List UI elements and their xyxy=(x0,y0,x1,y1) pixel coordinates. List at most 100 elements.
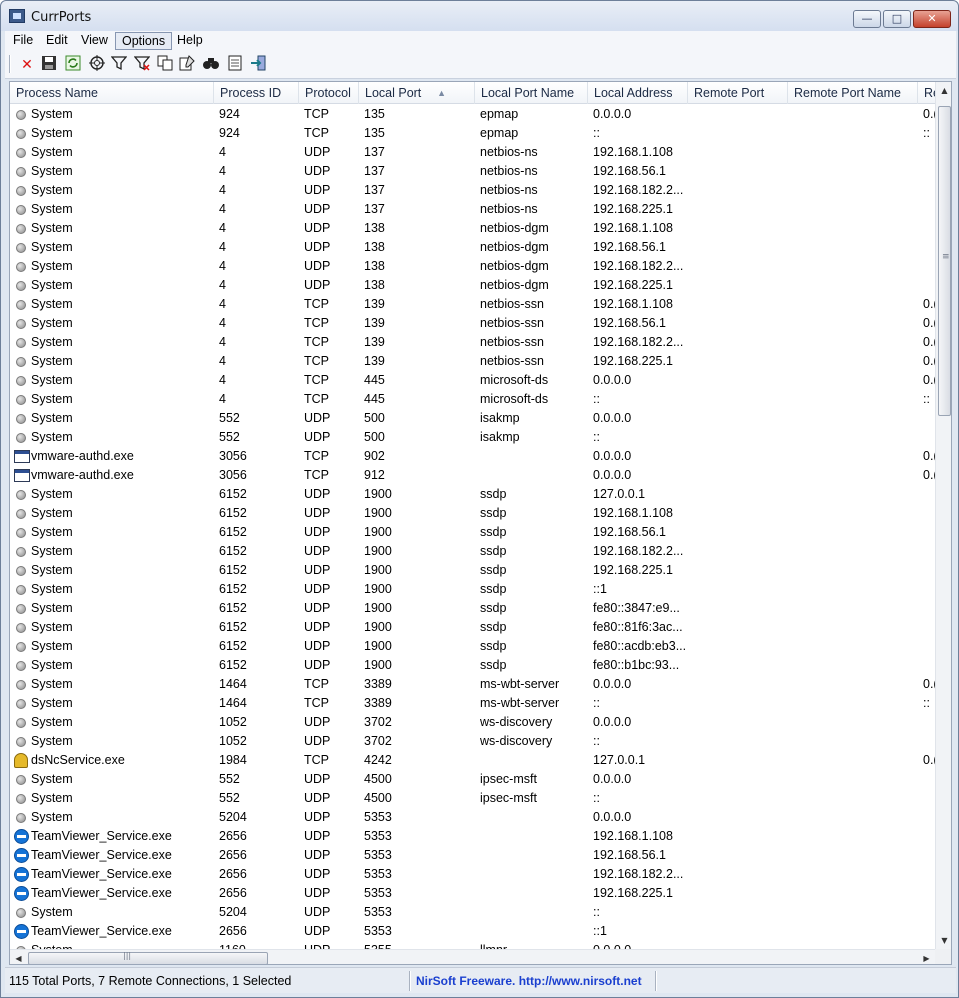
table-row[interactable]: System 6152 UDP 1900 ssdp fe80::acdb:eb3... xyxy=(10,637,935,656)
find-icon[interactable] xyxy=(201,55,221,75)
document-icon[interactable] xyxy=(225,55,245,75)
vertical-scrollbar[interactable]: ▲ ≡ ▼ xyxy=(935,82,951,949)
col-process-id[interactable]: Process ID xyxy=(214,82,299,104)
minimize-button[interactable]: — xyxy=(853,10,881,28)
table-row[interactable]: System 4 UDP 138 netbios-dgm 192.168.225.1 xyxy=(10,276,935,295)
table-row[interactable]: System 6152 UDP 1900 ssdp 192.168.1.108 xyxy=(10,504,935,523)
ports-list[interactable]: Process Name Process ID Protocol Local P… xyxy=(9,81,952,965)
table-row[interactable]: vmware-authd.exe 3056 TCP 912 0.0.0.0 0.( xyxy=(10,466,935,485)
local-address-cell: 0.0.0.0 xyxy=(593,810,632,824)
remote-port-name-cell xyxy=(793,675,923,694)
process-name-cell: System xyxy=(31,164,73,178)
col-process-name[interactable]: Process Name xyxy=(10,82,214,104)
table-row[interactable]: System 6152 UDP 1900 ssdp 192.168.182.2... xyxy=(10,542,935,561)
table-row[interactable]: System 6152 UDP 1900 ssdp 192.168.56.1 xyxy=(10,523,935,542)
remote-port-cell xyxy=(693,599,788,618)
refresh-icon[interactable] xyxy=(63,55,83,75)
html-report-icon[interactable] xyxy=(177,55,197,75)
table-row[interactable]: System 6152 UDP 1900 ssdp fe80::3847:e9... xyxy=(10,599,935,618)
local-address-cell: 192.168.1.108 xyxy=(593,221,673,235)
table-row[interactable]: System 6152 UDP 1900 ssdp 127.0.0.1 xyxy=(10,485,935,504)
exit-icon[interactable] xyxy=(248,55,268,75)
close-connection-icon[interactable]: ✕ xyxy=(17,55,37,75)
table-row[interactable]: TeamViewer_Service.exe 2656 UDP 5353::1 xyxy=(10,922,935,941)
process-name-cell: System xyxy=(31,373,73,387)
system-process-icon xyxy=(16,243,26,253)
nirsoft-link[interactable]: NirSoft Freeware. http://www.nirsoft.net xyxy=(416,974,642,988)
table-row[interactable]: System 4 TCP 445 microsoft-ds 0.0.0.0 0.( xyxy=(10,371,935,390)
table-row[interactable]: System 4 UDP 137 netbios-ns 192.168.225.1 xyxy=(10,200,935,219)
process-id-cell: 4 xyxy=(219,278,226,292)
filter-icon[interactable] xyxy=(109,55,129,75)
table-row[interactable]: TeamViewer_Service.exe 2656 UDP 5353 192.168… xyxy=(10,884,935,903)
maximize-button[interactable]: □ xyxy=(883,10,911,28)
title-bar[interactable]: CurrPorts — □ ✕ xyxy=(1,1,958,31)
save-icon[interactable] xyxy=(39,55,59,75)
col-protocol[interactable]: Protocol xyxy=(299,82,359,104)
table-row[interactable]: System 1052 UDP 3702 ws-discovery 0.0.0.0 xyxy=(10,713,935,732)
table-row[interactable]: System 4 UDP 138 netbios-dgm 192.168.56.1 xyxy=(10,238,935,257)
table-row[interactable]: System 924 TCP 135 epmap:::: xyxy=(10,124,935,143)
remote-port-name-cell xyxy=(793,371,923,390)
remote-port-name-cell xyxy=(793,827,923,846)
scroll-up-icon[interactable]: ▲ xyxy=(936,82,951,99)
table-row[interactable]: System 4 TCP 139 netbios-ssn 192.168.182.2...… xyxy=(10,333,935,352)
col-local-port[interactable]: Local Port ▲ xyxy=(359,82,475,104)
table-row[interactable]: System 1464 TCP 3389 ms-wbt-server 0.0.0.0 0.( xyxy=(10,675,935,694)
protocol-cell: UDP xyxy=(304,411,331,425)
table-row[interactable]: System 4 UDP 137 netbios-ns 192.168.182.2... xyxy=(10,181,935,200)
col-local-port-name[interactable]: Local Port Name xyxy=(475,82,588,104)
remote-port-name-cell xyxy=(793,865,923,884)
menu-options[interactable]: Options xyxy=(115,32,173,50)
table-row[interactable]: System 5204 UDP 5353:: xyxy=(10,903,935,922)
table-row[interactable]: System 5204 UDP 5353 0.0.0.0 xyxy=(10,808,935,827)
advanced-filter-icon[interactable] xyxy=(132,55,152,75)
table-row[interactable]: System 924 TCP 135 epmap 0.0.0.0 0.( xyxy=(10,105,935,124)
remote-port-name-cell xyxy=(793,504,923,523)
col-remote-port-name[interactable]: Remote Port Name xyxy=(788,82,918,104)
table-row[interactable]: System 6152 UDP 1900 ssdp::1 xyxy=(10,580,935,599)
table-row[interactable]: System 6152 UDP 1900 ssdp fe80::81f6:3ac... xyxy=(10,618,935,637)
copy-icon[interactable] xyxy=(155,55,175,75)
horizontal-scrollbar[interactable]: ◀ ||| ▶ xyxy=(10,949,935,964)
table-row[interactable]: System 552 UDP 4500 ipsec-msft:: xyxy=(10,789,935,808)
table-row[interactable]: System 4 UDP 137 netbios-ns 192.168.1.108 xyxy=(10,143,935,162)
table-row[interactable]: System 552 UDP 500 isakmp 0.0.0.0 xyxy=(10,409,935,428)
table-row[interactable]: TeamViewer_Service.exe 2656 UDP 5353 192.168… xyxy=(10,865,935,884)
table-row[interactable]: System 4 TCP 139 netbios-ssn 192.168.56.1 0.( xyxy=(10,314,935,333)
table-row[interactable]: vmware-authd.exe 3056 TCP 902 0.0.0.0 0.( xyxy=(10,447,935,466)
scroll-down-icon[interactable]: ▼ xyxy=(936,932,951,949)
col-local-address[interactable]: Local Address xyxy=(588,82,688,104)
properties-target-icon[interactable] xyxy=(87,55,107,75)
menu-edit[interactable]: Edit xyxy=(40,32,74,50)
table-row[interactable]: System 6152 UDP 1900 ssdp 192.168.225.1 xyxy=(10,561,935,580)
table-row[interactable]: System 4 UDP 138 netbios-dgm 192.168.182.2... xyxy=(10,257,935,276)
table-row[interactable]: System 4 UDP 138 netbios-dgm 192.168.1.108 xyxy=(10,219,935,238)
table-row[interactable]: dsNcService.exe 1984 TCP 4242 127.0.0.1 0.( xyxy=(10,751,935,770)
local-address-cell: 192.168.182.2... xyxy=(593,183,684,197)
scroll-right-icon[interactable]: ▶ xyxy=(918,950,935,964)
table-row[interactable]: System 4 TCP 445 microsoft-ds:::: xyxy=(10,390,935,409)
horizontal-scroll-thumb[interactable] xyxy=(28,952,268,964)
menu-help[interactable]: Help xyxy=(171,32,209,50)
table-row[interactable]: System 552 UDP 4500 ipsec-msft 0.0.0.0 xyxy=(10,770,935,789)
table-row[interactable]: System 1464 TCP 3389 ms-wbt-server:::: xyxy=(10,694,935,713)
remote-port-name-cell xyxy=(793,124,923,143)
local-port-cell: 5353 xyxy=(364,810,392,824)
remote-port-name-cell xyxy=(793,485,923,504)
table-row[interactable]: System 1052 UDP 3702 ws-discovery:: xyxy=(10,732,935,751)
table-row[interactable]: TeamViewer_Service.exe 2656 UDP 5353 192.168… xyxy=(10,846,935,865)
table-row[interactable]: System 4 TCP 139 netbios-ssn 192.168.1.108 0.( xyxy=(10,295,935,314)
vertical-scroll-thumb[interactable]: ≡ xyxy=(938,106,951,416)
table-row[interactable]: System 552 UDP 500 isakmp:: xyxy=(10,428,935,447)
table-row[interactable]: System 6152 UDP 1900 ssdp fe80::b1bc:93... xyxy=(10,656,935,675)
process-name-cell: System xyxy=(31,297,73,311)
col-remote-port[interactable]: Remote Port xyxy=(688,82,788,104)
scroll-left-icon[interactable]: ◀ xyxy=(10,950,27,964)
menu-file[interactable]: File xyxy=(7,32,39,50)
table-row[interactable]: System 4 TCP 139 netbios-ssn 192.168.225.1 0.( xyxy=(10,352,935,371)
menu-view[interactable]: View xyxy=(75,32,114,50)
table-row[interactable]: TeamViewer_Service.exe 2656 UDP 5353 192.168… xyxy=(10,827,935,846)
table-row[interactable]: System 4 UDP 137 netbios-ns 192.168.56.1 xyxy=(10,162,935,181)
close-button[interactable]: ✕ xyxy=(913,10,951,28)
